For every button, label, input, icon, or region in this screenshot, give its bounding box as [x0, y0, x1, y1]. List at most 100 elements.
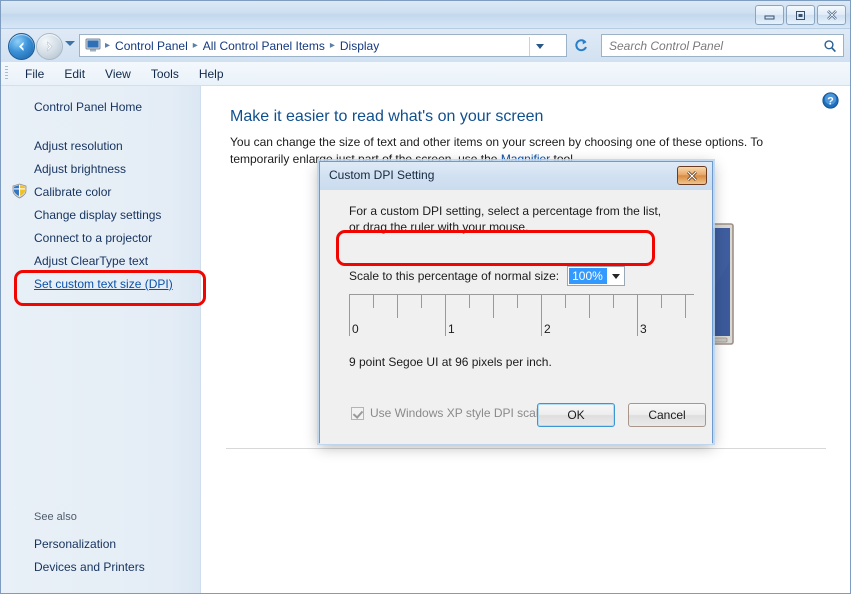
scale-percentage-value: 100% [569, 268, 608, 284]
display-monitor-icon [85, 38, 101, 52]
control-panel-window: ▸ Control Panel ▸ All Control Panel Item… [0, 0, 851, 594]
sidebar-item-label: Devices and Printers [34, 559, 145, 574]
breadcrumb-sep: ▸ [105, 40, 111, 51]
sidebar-item-label: Adjust brightness [34, 161, 127, 176]
ruler-tick-quarter [565, 294, 566, 308]
sidebar-item-label: Set custom text size (DPI) [34, 276, 173, 291]
close-icon [687, 170, 697, 181]
dialog-close-button[interactable] [677, 166, 707, 185]
address-bar[interactable]: ▸ Control Panel ▸ All Control Panel Item… [79, 34, 567, 57]
maximize-button[interactable] [786, 5, 815, 25]
breadcrumb-sep: ▸ [192, 40, 198, 51]
custom-dpi-dialog: Custom DPI Setting For a custom DPI sett… [319, 161, 713, 444]
content-divider [226, 448, 826, 449]
sidebar-item-set-custom-text-size[interactable]: Set custom text size (DPI) [1, 272, 200, 295]
ruler-tick-quarter [661, 294, 662, 308]
sidebar-item-label: Change display settings [34, 207, 162, 222]
menu-help[interactable]: Help [189, 65, 234, 83]
back-arrow-icon [19, 42, 24, 51]
ruler-tick-major [541, 294, 542, 336]
ruler-tick-half [493, 294, 494, 318]
sidebar-item-label: Connect to a projector [34, 230, 153, 245]
sidebar-item-control-panel-home[interactable]: Control Panel Home [34, 100, 142, 114]
sidebar-item-adjust-brightness[interactable]: Adjust brightness [1, 157, 200, 180]
minimize-button[interactable] [755, 5, 784, 25]
window-controls [755, 5, 846, 25]
search-input[interactable]: Search Control Panel [602, 39, 823, 53]
xp-style-scaling-checkbox[interactable] [351, 406, 364, 420]
ruler-tick-quarter [613, 294, 614, 308]
ruler-label-0: 0 [352, 322, 359, 336]
close-button[interactable] [817, 5, 846, 25]
breadcrumb-control-panel[interactable]: Control Panel [112, 38, 191, 54]
sidebar-item-connect-projector[interactable]: Connect to a projector [1, 226, 200, 249]
see-also-heading: See also [34, 511, 77, 523]
search-icon [824, 39, 836, 52]
menu-view[interactable]: View [95, 65, 141, 83]
navigation-sidebar: Control Panel Home Adjust resolution Adj… [1, 86, 201, 593]
ruler-tick-major [349, 294, 350, 336]
sidebar-item-adjust-cleartype[interactable]: Adjust ClearType text [1, 249, 200, 272]
sidebar-item-label: Personalization [34, 536, 117, 551]
sidebar-item-label: Adjust ClearType text [34, 253, 149, 268]
ruler-label-3: 3 [640, 322, 647, 336]
ruler-tick-half [589, 294, 590, 318]
dialog-body: For a custom DPI setting, select a perce… [320, 190, 712, 444]
ok-button[interactable]: OK [537, 403, 615, 427]
ruler-label-2: 2 [544, 322, 551, 336]
address-bar-row: ▸ Control Panel ▸ All Control Panel Item… [1, 29, 850, 62]
menu-tools[interactable]: Tools [141, 65, 189, 83]
minimize-icon [764, 15, 775, 19]
sidebar-item-label: Adjust resolution [34, 138, 123, 153]
sidebar-item-change-display-settings[interactable]: Change display settings [1, 203, 200, 226]
breadcrumb-all-items[interactable]: All Control Panel Items [200, 38, 328, 54]
chevron-down-icon[interactable] [536, 44, 544, 49]
address-divider [529, 37, 530, 56]
breadcrumb-sep: ▸ [329, 40, 335, 51]
ruler-baseline [349, 294, 694, 295]
dialog-title: Custom DPI Setting [329, 168, 435, 182]
dpi-note: 9 point Segoe UI at 96 pixels per inch. [349, 355, 552, 369]
refresh-button[interactable] [573, 38, 589, 54]
ruler-tick-quarter [421, 294, 422, 308]
page-title: Make it easier to read what's on your sc… [230, 108, 544, 125]
menu-edit[interactable]: Edit [54, 65, 95, 83]
refresh-icon [575, 39, 587, 52]
back-button[interactable] [8, 33, 35, 60]
ruler-tick-quarter [373, 294, 374, 308]
dialog-title-bar: Custom DPI Setting [320, 162, 712, 190]
sidebar-item-calibrate-color[interactable]: Calibrate color [1, 180, 200, 203]
xp-style-scaling-option[interactable]: Use Windows XP style DPI scaling [351, 406, 555, 420]
see-also-list: Personalization Devices and Printers [1, 532, 200, 578]
ruler-tick-quarter [469, 294, 470, 308]
sidebar-item-adjust-resolution[interactable]: Adjust resolution [1, 134, 200, 157]
dialog-instruction: For a custom DPI setting, select a perce… [349, 204, 662, 234]
breadcrumb-display[interactable]: Display [337, 38, 382, 54]
help-question-icon[interactable]: ? [822, 92, 839, 112]
ruler-label-1: 1 [448, 322, 455, 336]
menu-grip [5, 66, 8, 81]
maximize-icon [796, 10, 805, 20]
close-icon [826, 10, 837, 20]
dpi-ruler[interactable]: 0 1 2 3 [349, 294, 694, 352]
sidebar-item-label: Calibrate color [34, 184, 112, 199]
chevron-down-icon[interactable] [607, 274, 624, 279]
title-bar [1, 1, 850, 29]
scale-percentage-row: Scale to this percentage of normal size:… [349, 266, 626, 286]
ruler-tick-half [685, 294, 686, 318]
scale-percentage-combobox[interactable]: 100% [567, 266, 626, 286]
xp-style-scaling-label: Use Windows XP style DPI scaling [370, 406, 555, 420]
forward-button[interactable] [36, 33, 63, 60]
search-box[interactable]: Search Control Panel [601, 34, 844, 57]
sidebar-task-list: Adjust resolution Adjust brightness Cali… [1, 134, 200, 295]
ruler-tick-quarter [517, 294, 518, 308]
menu-bar: File Edit View Tools Help [1, 62, 850, 86]
sidebar-item-personalization[interactable]: Personalization [1, 532, 200, 555]
menu-file[interactable]: File [15, 65, 54, 83]
sidebar-item-devices-and-printers[interactable]: Devices and Printers [1, 555, 200, 578]
ruler-tick-major [637, 294, 638, 336]
svg-text:?: ? [827, 95, 834, 107]
ruler-tick-half [397, 294, 398, 318]
cancel-button[interactable]: Cancel [628, 403, 706, 427]
history-dropdown-icon[interactable] [65, 41, 75, 46]
